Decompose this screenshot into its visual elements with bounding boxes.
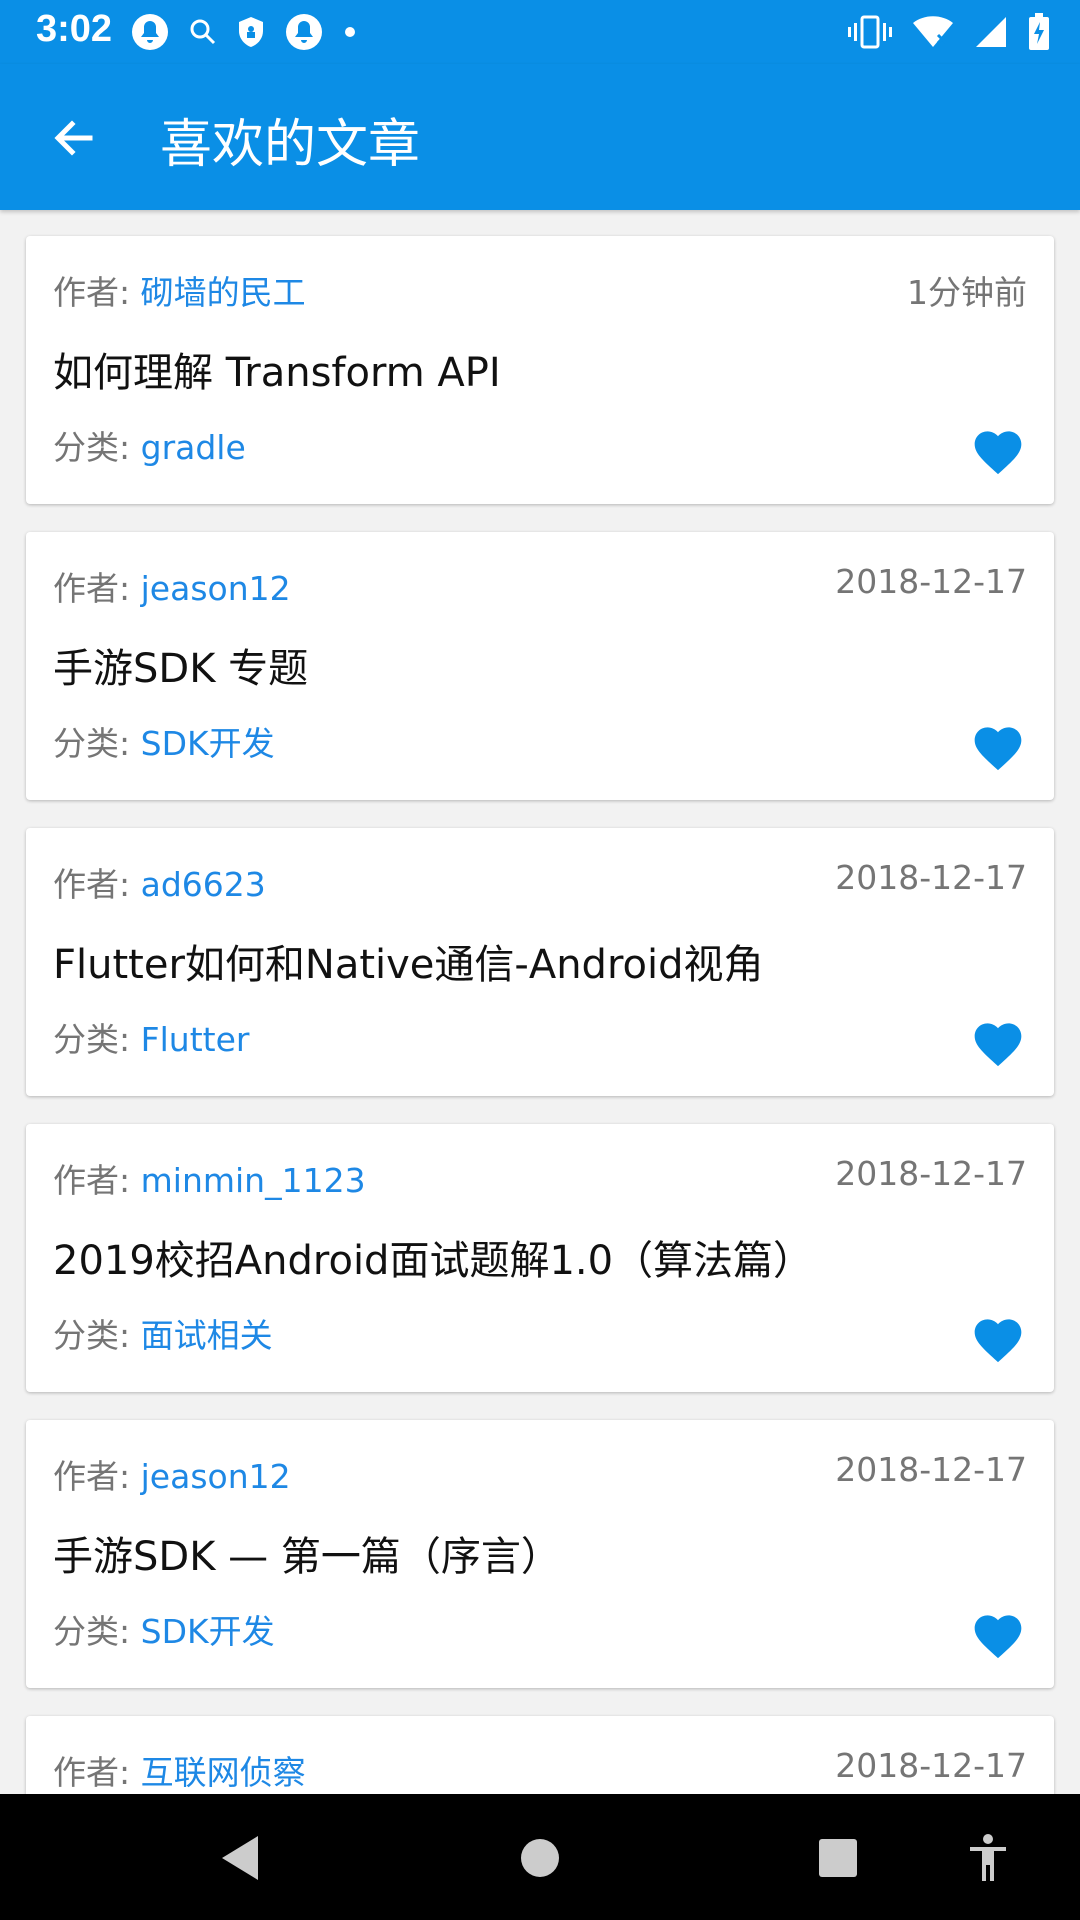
- category-label: 分类:: [53, 1020, 131, 1059]
- author-label: 作者:: [53, 865, 131, 904]
- article-card[interactable]: 作者: 互联网侦察 2018-12-17: [26, 1716, 1054, 1794]
- nav-home-button[interactable]: [500, 1818, 580, 1898]
- home-circle-icon: [521, 1839, 559, 1877]
- category-row: 分类: Flutter: [53, 1013, 249, 1061]
- heart-icon[interactable]: [970, 1312, 1026, 1364]
- author-row: 作者: 互联网侦察: [53, 1746, 306, 1794]
- shield-icon: [239, 17, 263, 47]
- page-title: 喜欢的文章: [160, 115, 421, 175]
- author-label: 作者:: [53, 1161, 131, 1200]
- article-list[interactable]: 作者: 砌墙的民工 1分钟前 如何理解 Transform API 分类: gr…: [0, 210, 1080, 1794]
- status-bar: 3:02: [0, 0, 1080, 64]
- category-row: 分类: 面试相关: [53, 1309, 273, 1357]
- article-time: 2018-12-17: [835, 562, 1027, 601]
- category-row: 分类: gradle: [53, 421, 246, 469]
- navigation-bar: [0, 1794, 1080, 1920]
- article-time: 1分钟前: [907, 273, 1027, 312]
- article-card[interactable]: 作者: jeason12 2018-12-17 手游SDK — 第一篇（序言） …: [26, 1420, 1054, 1688]
- author-row: 作者: minmin_1123: [53, 1154, 366, 1202]
- category-label: 分类:: [53, 1316, 131, 1355]
- recents-square-icon: [819, 1839, 857, 1877]
- dot-icon: [345, 27, 355, 37]
- category-link[interactable]: SDK开发: [141, 724, 275, 763]
- article-title[interactable]: 2019校招Android面试题解1.0（算法篇）: [53, 1228, 813, 1286]
- article-time: 2018-12-17: [835, 1746, 1027, 1785]
- heart-icon[interactable]: [970, 1016, 1026, 1068]
- category-label: 分类:: [53, 1612, 131, 1651]
- author-label: 作者:: [53, 569, 131, 608]
- article-title[interactable]: Flutter如何和Native通信-Android视角: [53, 932, 764, 990]
- heart-icon[interactable]: [970, 720, 1026, 772]
- status-time: 3:02: [36, 8, 113, 50]
- notification-bell-icon: [132, 14, 168, 50]
- nav-recents-button[interactable]: [798, 1818, 878, 1898]
- battery-charging-icon: [1029, 13, 1049, 50]
- back-button[interactable]: [40, 104, 108, 172]
- author-row: 作者: ad6623: [53, 858, 266, 906]
- category-row: 分类: SDK开发: [53, 1605, 275, 1653]
- article-card[interactable]: 作者: ad6623 2018-12-17 Flutter如何和Native通信…: [26, 828, 1054, 1096]
- category-link[interactable]: Flutter: [141, 1020, 250, 1059]
- status-left-icons: [130, 8, 358, 56]
- author-link[interactable]: 砌墙的民工: [141, 273, 306, 312]
- search-icon: [190, 19, 216, 45]
- app-bar: 喜欢的文章: [0, 64, 1080, 210]
- article-time: 2018-12-17: [835, 858, 1027, 897]
- wifi-icon: [913, 16, 953, 47]
- category-label: 分类:: [53, 724, 131, 763]
- back-triangle-icon: [222, 1836, 258, 1880]
- article-card[interactable]: 作者: minmin_1123 2018-12-17 2019校招Android…: [26, 1124, 1054, 1392]
- article-card[interactable]: 作者: jeason12 2018-12-17 手游SDK 专题 分类: SDK…: [26, 532, 1054, 800]
- status-right-icons: [848, 8, 1050, 56]
- author-link[interactable]: minmin_1123: [141, 1161, 366, 1200]
- vibrate-icon: [848, 15, 892, 49]
- author-label: 作者:: [53, 273, 131, 312]
- article-title[interactable]: 如何理解 Transform API: [53, 340, 501, 398]
- author-label: 作者:: [53, 1753, 131, 1792]
- arrow-left-icon: [54, 120, 93, 156]
- category-link[interactable]: gradle: [141, 428, 246, 467]
- author-label: 作者:: [53, 1457, 131, 1496]
- author-row: 作者: 砌墙的民工: [53, 266, 306, 314]
- author-link[interactable]: 互联网侦察: [141, 1753, 306, 1792]
- author-link[interactable]: ad6623: [141, 865, 266, 904]
- notification-bell-icon: [286, 14, 322, 50]
- category-label: 分类:: [53, 428, 131, 467]
- author-link[interactable]: jeason12: [141, 569, 291, 608]
- article-title[interactable]: 手游SDK — 第一篇（序言）: [53, 1524, 561, 1582]
- category-row: 分类: SDK开发: [53, 717, 275, 765]
- nav-back-button[interactable]: [200, 1818, 280, 1898]
- heart-icon[interactable]: [970, 424, 1026, 476]
- article-card[interactable]: 作者: 砌墙的民工 1分钟前 如何理解 Transform API 分类: gr…: [26, 236, 1054, 504]
- category-link[interactable]: 面试相关: [141, 1316, 273, 1355]
- article-title[interactable]: 手游SDK 专题: [53, 636, 308, 694]
- article-time: 2018-12-17: [835, 1154, 1027, 1193]
- author-row: 作者: jeason12: [53, 1450, 291, 1498]
- category-link[interactable]: SDK开发: [141, 1612, 275, 1651]
- signal-icon: [976, 17, 1006, 47]
- heart-icon[interactable]: [970, 1608, 1026, 1660]
- article-time: 2018-12-17: [835, 1450, 1027, 1489]
- nav-accessibility-button[interactable]: [948, 1818, 1028, 1898]
- author-link[interactable]: jeason12: [141, 1457, 291, 1496]
- author-row: 作者: jeason12: [53, 562, 291, 610]
- accessibility-icon: [970, 1834, 1006, 1881]
